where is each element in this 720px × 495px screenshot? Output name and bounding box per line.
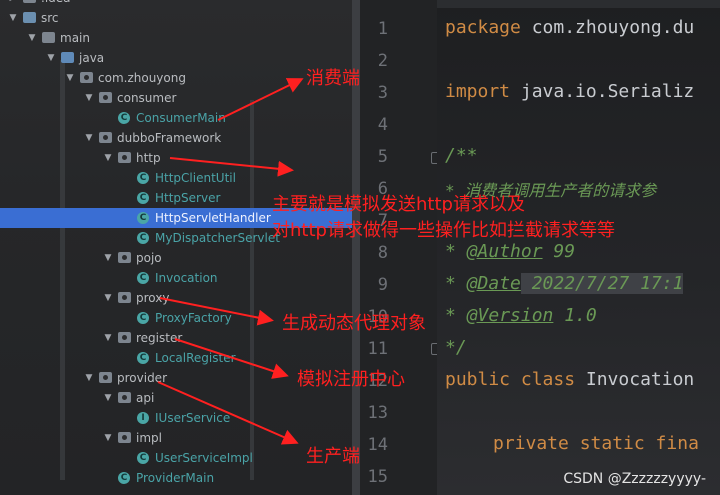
arrow-http [169, 157, 294, 177]
annotation-consumer: 消费端 [306, 68, 360, 89]
annotation-http-line1: 主要就是模拟发送http请求以及 [272, 194, 525, 215]
annotation-register: 模拟注册中心 [297, 369, 405, 390]
arrow-proxy [159, 297, 274, 326]
annotation-http-line2: 对http请求做得一些操作比如拦截请求等等 [272, 220, 615, 241]
annotation-proxy: 生成动态代理对象 [282, 313, 426, 334]
arrow-register [174, 338, 289, 379]
watermark: CSDN @Zzzzzzyyyy- [563, 471, 706, 487]
annotation-arrows [157, 78, 304, 445]
arrow-provider [157, 381, 299, 445]
arrow-consumer [217, 78, 304, 121]
annotation-provider: 生产端 [306, 446, 360, 467]
